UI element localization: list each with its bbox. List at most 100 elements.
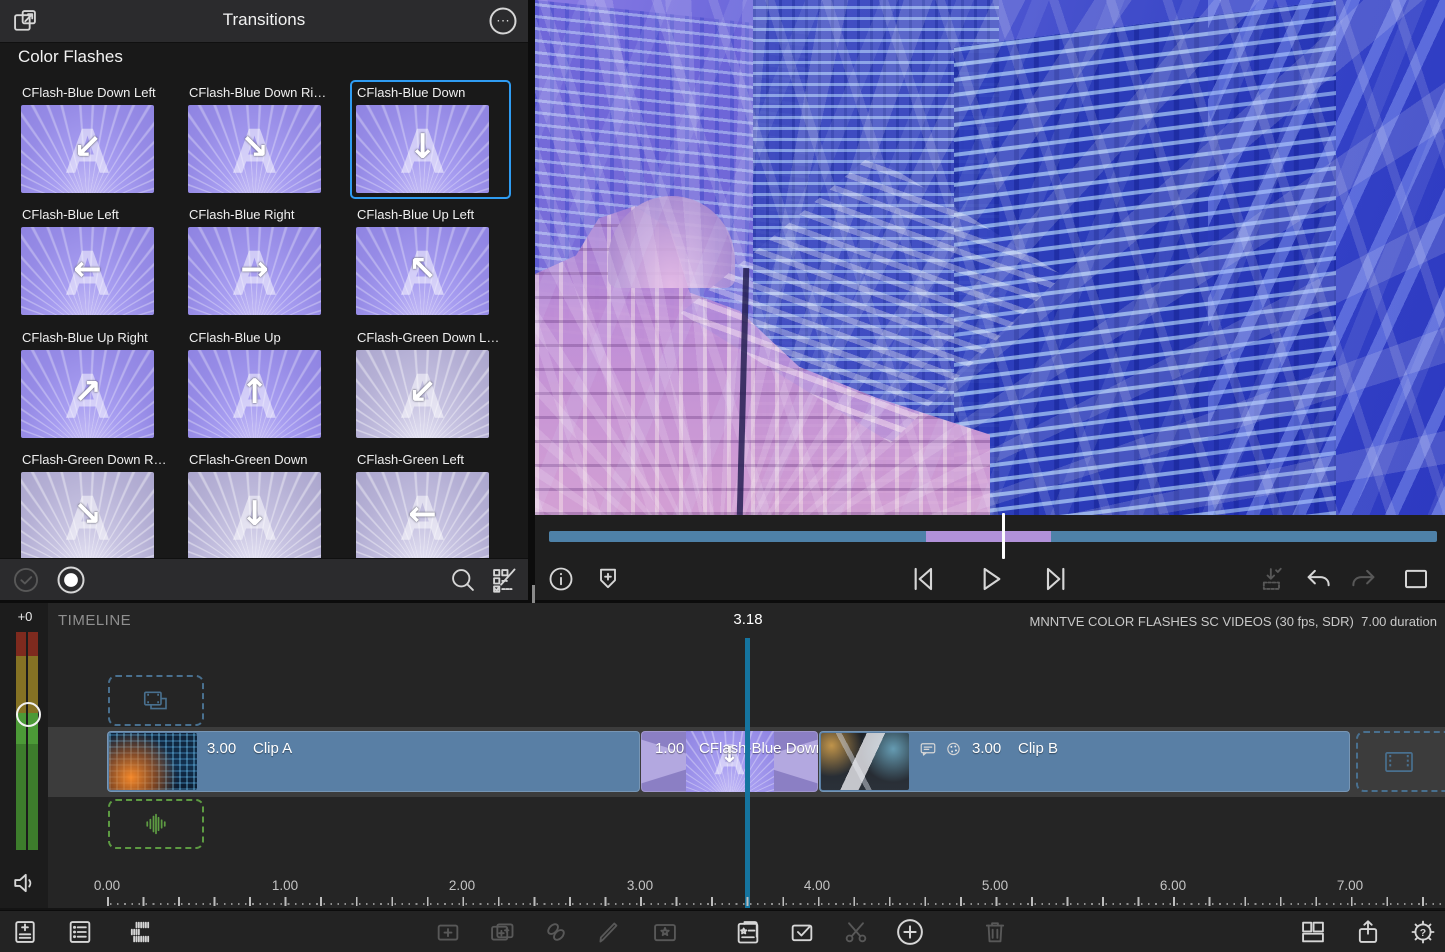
arrow-down-right-icon: ↘ [188, 127, 321, 167]
transition-tile[interactable]: CFlash-Blue Up Left A ↖ [350, 202, 511, 321]
arrow-up-icon: ↑ [188, 372, 321, 412]
ruler-tick-label: 7.00 [1337, 878, 1363, 893]
transition-tile-selected[interactable]: CFlash-Blue Down A ↓ [350, 80, 511, 199]
append-clip-placeholder[interactable] [1356, 731, 1445, 792]
record-voiceover-button[interactable] [54, 563, 88, 597]
volume-knob[interactable] [16, 702, 41, 727]
mute-speaker-button[interactable] [7, 866, 41, 900]
transition-tile[interactable]: CFlash-Green Left A ← [350, 447, 511, 566]
settings-help-button[interactable]: ? [1406, 915, 1440, 949]
video-preview[interactable] [535, 0, 1445, 515]
transition-tile[interactable]: CFlash-Blue Left A ← [15, 202, 176, 321]
search-button[interactable] [446, 563, 480, 597]
transition-tile[interactable]: CFlash-Green Down L… A ↙ [350, 325, 511, 444]
scrubber-transition-segment [926, 531, 1051, 542]
panel-title: Transitions [0, 10, 528, 30]
arrow-down-icon: ↓ [188, 494, 321, 534]
insert-clip-button[interactable] [431, 915, 465, 949]
ruler-tick-label: 4.00 [804, 878, 830, 893]
category-title: Color Flashes [18, 47, 123, 67]
fullscreen-button[interactable] [1399, 562, 1433, 596]
transition-duration: 1.00 [655, 740, 684, 757]
transition-thumbnail: A ↑ [188, 350, 321, 438]
lumafusion-app: Transitions ··· Color Flashes CFlash-Blu… [0, 0, 1445, 952]
multi-select-check-button[interactable] [9, 563, 43, 597]
share-export-button[interactable] [1351, 915, 1385, 949]
ellipsis-glyph: ··· [496, 13, 510, 28]
clip-name: Clip A [253, 740, 292, 757]
transition-thumbnail: A ↓ [188, 472, 321, 560]
preview-scrubber[interactable] [549, 531, 1437, 542]
ruler-tick-label: 0.00 [94, 878, 120, 893]
clip-name: Clip B [1018, 740, 1058, 757]
render-preview-button[interactable] [1255, 562, 1289, 596]
new-project-button[interactable] [8, 915, 42, 949]
play-button[interactable] [973, 562, 1007, 596]
timeline-playhead[interactable] [745, 638, 750, 908]
audio-meter-left [16, 632, 26, 850]
transition-tile[interactable]: CFlash-Blue Right A → [182, 202, 343, 321]
transition-tile[interactable]: CFlash-Green Down R… A ↘ [15, 447, 176, 566]
arrow-left-icon: ← [356, 494, 489, 534]
preset-favorite-button[interactable] [648, 915, 682, 949]
project-info: MNNTVE COLOR FLASHES SC VIDEOS (30 fps, … [1030, 614, 1437, 629]
timeline-transition-clip[interactable]: A ↓ 1.00 CFlash-Blue Down [641, 731, 818, 792]
project-manager-button[interactable] [63, 915, 97, 949]
more-options-button[interactable]: ··· [486, 4, 520, 38]
transition-thumbnail: A → [188, 227, 321, 315]
panel-resize-handle[interactable] [532, 585, 535, 605]
transition-tile[interactable]: CFlash-Blue Down Ri… A ↘ [182, 80, 343, 199]
transition-tile[interactable]: CFlash-Green Down A ↓ [182, 447, 343, 566]
panel-divider-vertical[interactable] [528, 0, 535, 600]
transition-thumbnail: A ← [356, 472, 489, 560]
split-scissors-button[interactable] [839, 915, 873, 949]
redo-button[interactable] [1347, 562, 1381, 596]
clip-duration: 3.00 [207, 740, 236, 757]
transition-thumbnail: A ↓ [356, 105, 489, 193]
clip-attributes-button[interactable] [731, 915, 765, 949]
link-clips-button[interactable] [539, 915, 573, 949]
timeline-label: TIMELINE [58, 612, 131, 629]
audio-ducking-button[interactable] [123, 915, 157, 949]
preview-playhead[interactable] [1002, 513, 1005, 559]
sort-filter-button[interactable] [487, 563, 521, 597]
overwrite-clip-button[interactable] [485, 915, 519, 949]
library-footer [0, 558, 528, 601]
ruler-tick-label: 6.00 [1160, 878, 1186, 893]
clip-a-thumbnail [109, 733, 197, 790]
arrow-down-left-icon: ↙ [356, 372, 489, 412]
overlay-track-placeholder[interactable] [108, 675, 204, 726]
skip-to-start-button[interactable] [906, 562, 940, 596]
delete-trash-button[interactable] [978, 915, 1012, 949]
transition-name: CFlash-Blue Down [699, 740, 818, 757]
ruler-tick-label: 2.00 [449, 878, 475, 893]
transitions-library-panel: Transitions ··· Color Flashes CFlash-Blu… [0, 0, 528, 600]
skip-to-end-button[interactable] [1039, 562, 1073, 596]
arrow-up-right-icon: ↗ [21, 372, 154, 412]
timeline-clip-b[interactable]: 3.00 Clip B [819, 731, 1350, 792]
transition-thumbnail: A ↘ [21, 472, 154, 560]
ruler-tick-label: 3.00 [627, 878, 653, 893]
ruler-tick-label: 5.00 [982, 878, 1008, 893]
library-header: Transitions ··· [0, 0, 528, 43]
preview-panel [535, 0, 1445, 600]
select-clips-button[interactable] [785, 915, 819, 949]
layout-switcher-button[interactable] [1296, 915, 1330, 949]
transition-tile[interactable]: CFlash-Blue Down Left A ↙ [15, 80, 176, 199]
add-clip-button[interactable] [893, 915, 927, 949]
gain-label: +0 [8, 609, 42, 624]
transition-tile[interactable]: CFlash-Blue Up A ↑ [182, 325, 343, 444]
timeline-clip-a[interactable]: 3.00 Clip A [107, 731, 640, 792]
transition-thumbnail: A ↙ [356, 350, 489, 438]
arrow-down-left-icon: ↙ [21, 127, 154, 167]
arrow-right-icon: → [188, 249, 321, 289]
add-marker-button[interactable] [591, 562, 625, 596]
color-palette-badge-icon [945, 741, 963, 757]
undo-button[interactable] [1301, 562, 1335, 596]
arrow-down-right-icon: ↘ [21, 494, 154, 534]
clip-info-button[interactable] [544, 562, 578, 596]
audio-track-placeholder[interactable] [108, 799, 204, 849]
edit-pencil-button[interactable] [593, 915, 627, 949]
transition-thumbnail: A ↙ [21, 105, 154, 193]
transition-tile[interactable]: CFlash-Blue Up Right A ↗ [15, 325, 176, 444]
